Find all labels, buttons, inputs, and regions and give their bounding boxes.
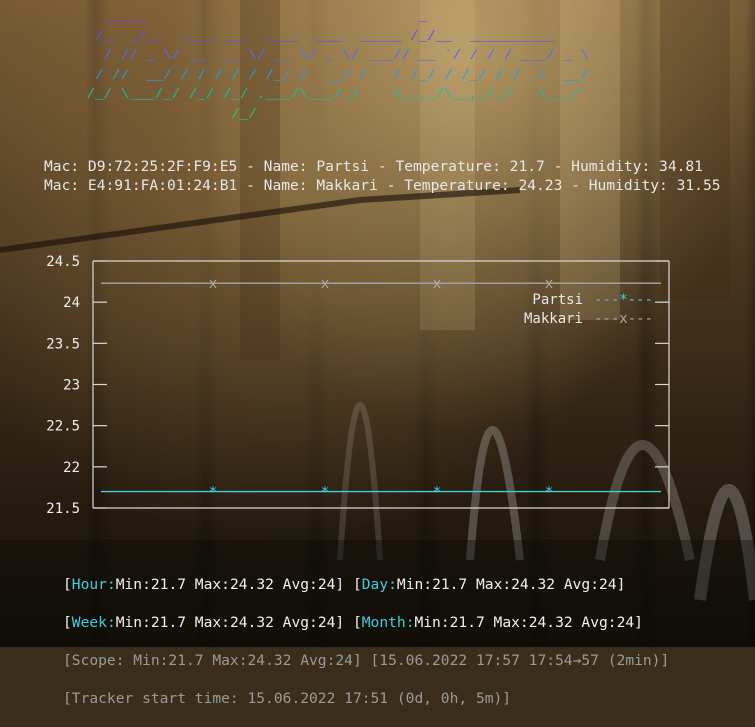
temperature-chart: 24.5 24 23.5 23 22.5 22 21.5 * * * * x x x x Partsi --… (46, 254, 670, 517)
month-stats: Min:21.7 Max:24.32 Avg:24] (414, 614, 643, 631)
series-marker-partsi: * (433, 485, 441, 501)
stats-panel: [Hour:Min:21.7 Max:24.32 Avg:24] [Day:Mi… (63, 556, 669, 727)
week-stats: Min:21.7 Max:24.32 Avg:24] (115, 614, 345, 631)
series-marker-makkari: x (321, 276, 329, 292)
y-tick-label: 23 (63, 378, 80, 394)
y-tick-label: 24 (63, 295, 80, 311)
series-marker-partsi: * (209, 485, 217, 501)
legend-swatch-partsi: ---*--- (594, 292, 653, 308)
legend-label-partsi: Partsi (532, 292, 583, 308)
series-marker-makkari: x (545, 276, 553, 292)
scope-stats: [Scope: Min:21.7 Max:24.32 Avg:24] [15.0… (63, 652, 670, 669)
legend-label-makkari: Makkari (524, 311, 583, 327)
y-tick-label: 22.5 (46, 419, 80, 435)
series-marker-partsi: * (321, 485, 329, 501)
day-stats: Min:21.7 Max:24.32 Avg:24] (396, 576, 626, 593)
y-tick-label: 24.5 (46, 254, 80, 270)
day-label: Day: (361, 576, 397, 593)
stats-row-2: [Week:Min:21.7 Max:24.32 Avg:24] [Month:… (63, 614, 643, 631)
hour-stats: Min:21.7 Max:24.32 Avg:24] (115, 576, 345, 593)
y-tick-label: 23.5 (46, 336, 80, 352)
tracker-start: [Tracker start time: 15.06.2022 17:51 (0… (63, 690, 512, 707)
week-label: Week: (71, 614, 116, 631)
series-marker-makkari: x (433, 276, 441, 292)
stats-row-1: [Hour:Min:21.7 Max:24.32 Avg:24] [Day:Mi… (63, 576, 626, 593)
month-label: Month: (361, 614, 415, 631)
hour-label: Hour: (71, 576, 116, 593)
plot-area: * * * * x x x x (101, 276, 661, 501)
y-tick-label: 21.5 (46, 501, 80, 517)
y-tick-label: 22 (63, 460, 80, 476)
chart-legend: Partsi ---*--- Makkari ---x--- (524, 292, 653, 327)
series-marker-partsi: * (545, 485, 553, 501)
series-marker-makkari: x (209, 276, 217, 292)
legend-swatch-makkari: ---x--- (594, 311, 653, 327)
